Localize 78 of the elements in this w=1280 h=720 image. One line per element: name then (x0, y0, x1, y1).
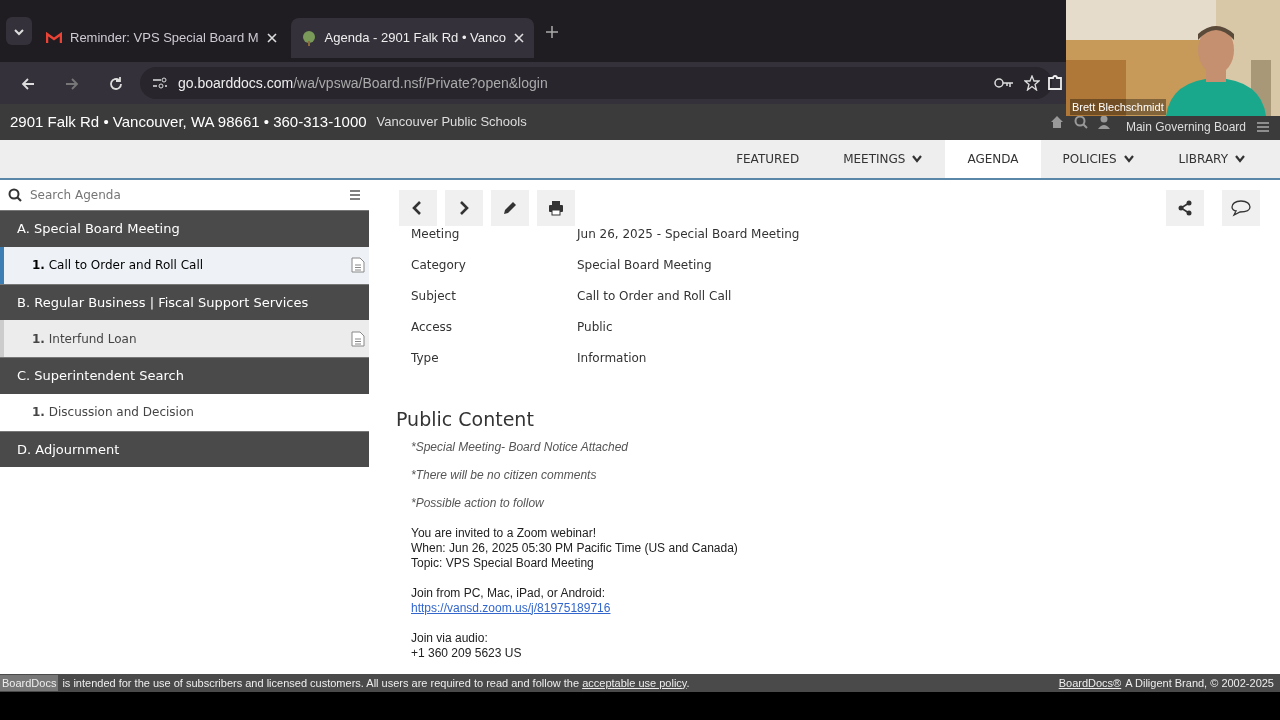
browser-tab[interactable]: Agenda - 2901 Falk Rd • Vanco (290, 18, 534, 58)
section-header[interactable]: D. Adjournment (0, 430, 369, 467)
menu-icon[interactable] (349, 190, 361, 200)
search-icon (8, 188, 22, 202)
plus-icon (545, 25, 558, 38)
menu-icon[interactable] (1256, 121, 1270, 133)
nav-tab[interactable]: MEETINGS (821, 140, 946, 178)
section-header[interactable]: B. Regular Business | Fiscal Support Services (0, 283, 369, 320)
document-icon[interactable] (351, 330, 365, 347)
browser-tab[interactable]: Reminder: VPS Special Board M (36, 18, 287, 58)
speech-bubble-icon (1231, 199, 1251, 217)
board-name: Main Governing Board (1125, 119, 1246, 136)
note-text: *Possible action to follow (411, 494, 545, 512)
chevron-down-icon (14, 26, 24, 37)
document-icon[interactable] (351, 257, 365, 273)
agenda-item[interactable]: 1. Call to Order and Roll Call (0, 246, 369, 284)
field-value: Special Board Meeting (577, 256, 712, 274)
comment-button[interactable] (1222, 190, 1260, 226)
participant-name: Brett Blechschmidt (1070, 98, 1166, 115)
url-text: go.boarddocs.com/wa/vpswa/Board.nsf/Private?open&login (178, 73, 548, 93)
close-icon[interactable] (513, 33, 524, 43)
agenda-item[interactable]: 1. Discussion and Decision (0, 393, 369, 431)
next-button[interactable] (445, 190, 483, 226)
forward-icon (64, 75, 80, 92)
mail-icon (46, 32, 62, 44)
star-icon[interactable] (1024, 75, 1040, 91)
home-icon[interactable] (1049, 115, 1064, 129)
field-value: Information (577, 349, 647, 367)
nav-tab[interactable]: AGENDA (945, 140, 1041, 178)
puzzle-icon[interactable] (1046, 74, 1064, 92)
brand-label: BoardDocs (0, 674, 59, 692)
edit-button[interactable] (491, 190, 529, 226)
field-label: Category (411, 256, 467, 274)
body-text: Join via audio: (411, 630, 489, 646)
tree-icon (300, 30, 317, 46)
back-icon (20, 75, 36, 92)
field-value: Public (577, 318, 613, 336)
body-text: You are invited to a Zoom webinar! (411, 525, 597, 541)
sliders-icon (152, 76, 168, 90)
previous-button[interactable] (399, 190, 437, 226)
agenda-item[interactable]: 1. Interfund Loan (0, 320, 369, 357)
user-icon[interactable] (1097, 115, 1110, 129)
note-text: *Special Meeting- Board Notice Attached (411, 438, 629, 456)
brand-link[interactable]: BoardDocs® (1058, 674, 1122, 692)
meeting-link[interactable]: https://vansd.zoom.us/j/81975189716 (411, 600, 611, 615)
field-label: Subject (411, 287, 457, 305)
printer-icon (548, 200, 564, 216)
tab-list-button[interactable] (6, 17, 32, 45)
policy-link[interactable]: acceptable use policy (582, 676, 687, 689)
body-text: Topic: VPS Special Board Meeting (411, 555, 595, 571)
search-icon[interactable] (1073, 115, 1088, 129)
note-text: *There will be no citizen comments (411, 466, 598, 484)
pencil-icon (502, 200, 518, 216)
close-icon[interactable] (266, 33, 277, 43)
print-button[interactable] (537, 190, 575, 226)
nav-tab[interactable]: FEATURED (714, 140, 822, 178)
body-text: Join from PC, Mac, iPad, or Android: (411, 585, 607, 601)
key-icon[interactable] (994, 77, 1014, 89)
field-label: Access (411, 318, 454, 336)
field-label: Meeting (411, 225, 461, 243)
field-value: Jun 26, 2025 - Special Board Meeting (577, 225, 800, 243)
field-label: Type (411, 349, 440, 367)
site-contact: 2901 Falk Rd • Vancouver, WA 98661 • 360-313-1000 (10, 111, 367, 132)
footer-text: is intended for the use of subscribers and licensed customers. All users are required to read and follow the acceptable use policy. (62, 675, 690, 691)
nav-tab[interactable]: LIBRARY (1156, 140, 1268, 178)
body-text: When: Jun 26, 2025 05:30 PM Pacific Time (US and Canada) (411, 540, 739, 556)
section-header[interactable]: C. Superintendent Search (0, 357, 369, 394)
section-header[interactable]: A. Special Board Meeting (0, 210, 369, 247)
address-bar[interactable]: go.boarddocs.com/wa/vpswa/Board.nsf/Private?open&login (140, 67, 1052, 99)
copyright-text: A Diligent Brand, © 2002-2025 (1125, 675, 1274, 691)
nav-tab[interactable]: POLICIES (1040, 140, 1157, 178)
organization-name: Vancouver Public Schools (376, 113, 527, 132)
share-icon (1177, 200, 1193, 216)
section-title: Public Content (396, 407, 535, 432)
share-button[interactable] (1166, 190, 1204, 226)
field-value: Call to Order and Roll Call (577, 287, 732, 305)
reload-icon (108, 75, 124, 92)
phone-number: +1 360 209 5623 US (411, 645, 523, 661)
